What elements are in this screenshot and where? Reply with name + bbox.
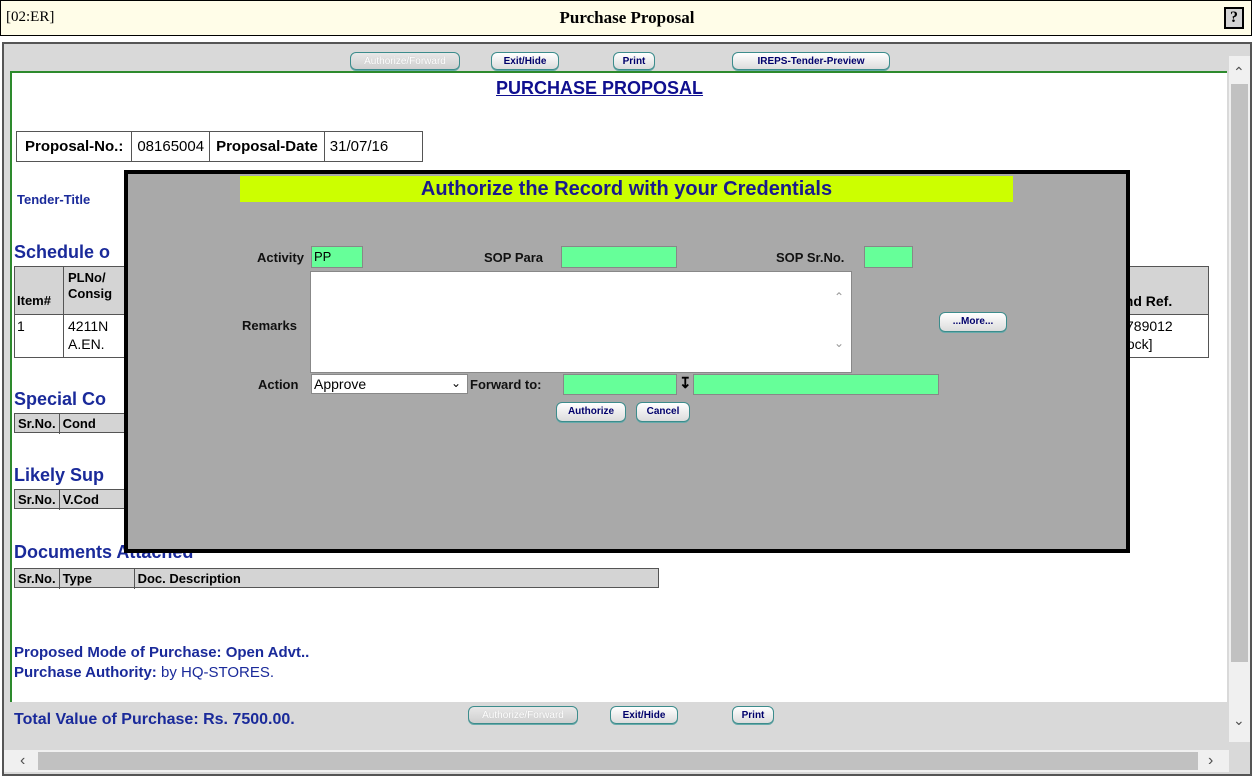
window-title: Purchase Proposal	[559, 8, 695, 27]
schedule-heading: Schedule o	[14, 242, 111, 262]
schedule-cell-consignee: A.EN.	[68, 336, 105, 352]
schedule-col-item: Item#	[17, 293, 51, 308]
authorize-button[interactable]: Authorize	[556, 402, 626, 422]
special-col-srno: Sr.No.	[15, 414, 60, 434]
docs-col-srno: Sr.No.	[15, 569, 60, 589]
forward-to-label: Forward to:	[470, 377, 542, 392]
purchase-authority-value: by HQ-STORES.	[160, 664, 275, 681]
chevron-down-icon[interactable]: ⌄	[451, 376, 461, 390]
print-button-top[interactable]: Print	[613, 52, 655, 70]
mode-of-purchase-label: Proposed Mode of Purchase:	[14, 644, 222, 661]
total-value: Total Value of Purchase: Rs. 7500.00.	[14, 711, 295, 728]
likely-col-srno: Sr.No.	[15, 490, 60, 510]
purchase-authority: Purchase Authority: by HQ-STORES.	[14, 664, 274, 681]
activity-label: Activity	[257, 250, 304, 265]
docs-col-type: Type	[60, 569, 135, 589]
special-col-cond: Cond	[62, 416, 96, 431]
remarks-textarea[interactable]	[310, 271, 852, 373]
ireps-tender-preview-button[interactable]: IREPS-Tender-Preview	[732, 52, 890, 70]
docs-col-description: Doc. Description	[137, 571, 241, 586]
sop-srno-label: SOP Sr.No.	[776, 250, 845, 265]
special-conditions-heading: Special Co	[14, 389, 107, 409]
exit-hide-button-bottom[interactable]: Exit/Hide	[610, 706, 678, 724]
schedule-cell-plno: 4211N	[68, 318, 109, 334]
sop-para-input[interactable]	[561, 246, 677, 268]
proposal-info-table: Proposal-No.: 08165004 Proposal-Date 31/…	[15, 131, 423, 162]
download-arrow-icon[interactable]: ↧	[679, 374, 692, 392]
action-select[interactable]: Approve	[311, 374, 468, 394]
schedule-cell-brand: 789012	[1126, 318, 1173, 334]
schedule-col-consignee: Consig	[68, 286, 113, 301]
documents-table: Sr.No. Type Doc. Description	[14, 568, 659, 589]
likely-col-vcode: V.Cod	[62, 492, 99, 507]
schedule-cell-item: 1	[17, 318, 25, 334]
mode-of-purchase: Proposed Mode of Purchase: Open Advt..	[14, 644, 309, 661]
authorize-forward-button-top[interactable]: Authorize/Forward	[350, 52, 460, 70]
remarks-scroll-up-icon[interactable]: ⌃	[834, 290, 844, 304]
more-button[interactable]: ...More...	[939, 312, 1007, 332]
scroll-down-icon[interactable]: ⌄	[1233, 712, 1245, 729]
sop-para-label: SOP Para	[484, 250, 544, 265]
proposal-no-label: Proposal-No.:	[15, 131, 133, 162]
print-button-bottom[interactable]: Print	[732, 706, 774, 724]
question-icon[interactable]: ?	[1224, 7, 1244, 29]
proposal-date-value: 31/07/16	[323, 131, 423, 162]
forward-to-name-input[interactable]	[693, 374, 939, 395]
authorize-forward-button-bottom[interactable]: Authorize/Forward	[468, 706, 578, 724]
scroll-left-icon[interactable]: ‹	[20, 752, 25, 770]
remarks-label: Remarks	[242, 318, 297, 333]
exit-hide-button-top[interactable]: Exit/Hide	[491, 52, 559, 70]
mode-of-purchase-value: Open Advt..	[225, 644, 310, 661]
tender-title-label: Tender-Title	[17, 192, 91, 207]
proposal-date-label: Proposal-Date	[209, 131, 325, 162]
horizontal-scroll-thumb[interactable]	[38, 752, 1198, 770]
activity-input[interactable]: PP	[311, 246, 363, 268]
page-heading: PURCHASE PROPOSAL	[496, 78, 704, 98]
vertical-scroll-thumb[interactable]	[1231, 84, 1248, 662]
sop-srno-input[interactable]	[864, 246, 913, 268]
scroll-up-icon[interactable]: ⌃	[1233, 64, 1245, 81]
cancel-button[interactable]: Cancel	[636, 402, 690, 422]
forward-to-input[interactable]	[563, 374, 677, 395]
likely-suppliers-table: Sr.No. V.Cod	[14, 489, 134, 510]
likely-suppliers-heading: Likely Sup	[14, 465, 105, 485]
schedule-col-plno: PLNo/	[68, 270, 106, 285]
proposal-no-value: 08165004	[131, 131, 211, 162]
scroll-right-icon[interactable]: ›	[1208, 752, 1213, 770]
action-label: Action	[258, 377, 299, 392]
remarks-scroll-down-icon[interactable]: ⌄	[834, 336, 844, 350]
dialog-title: Authorize the Record with your Credentia…	[240, 176, 1013, 202]
special-conditions-table: Sr.No. Cond	[14, 413, 134, 434]
purchase-authority-label: Purchase Authority:	[14, 664, 157, 681]
